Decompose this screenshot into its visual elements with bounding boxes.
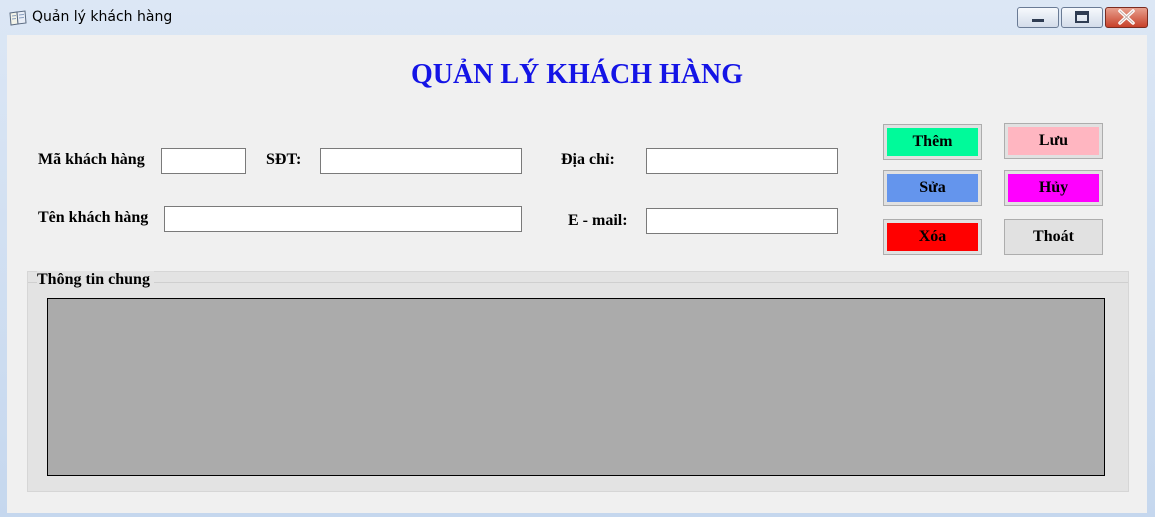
window-title: Quản lý khách hàng [32, 9, 173, 25]
save-button-label: Lưu [1008, 127, 1099, 155]
customer-data-grid[interactable] [47, 298, 1105, 476]
edit-button-label: Sửa [887, 174, 978, 202]
main-window: Quản lý khách hàng QUẢN LÝ KHÁCH HÀNG Mã… [0, 0, 1155, 517]
group-divider [28, 282, 1128, 283]
close-icon [1118, 9, 1135, 25]
save-button[interactable]: Lưu [1004, 123, 1103, 159]
add-button-label: Thêm [887, 128, 978, 156]
customer-name-input[interactable] [164, 206, 522, 232]
exit-button[interactable]: Thoát [1004, 219, 1103, 255]
customer-name-label: Tên khách hàng [38, 209, 149, 226]
group-title: Thông tin chung [37, 271, 154, 289]
cancel-button[interactable]: Hủy [1004, 170, 1103, 206]
delete-button[interactable]: Xóa [883, 219, 982, 255]
book-icon [9, 10, 27, 26]
edit-button[interactable]: Sửa [883, 170, 982, 206]
maximize-icon [1075, 11, 1089, 23]
customer-id-input[interactable] [161, 148, 246, 174]
customer-id-label: Mã khách hàng [38, 151, 145, 168]
form-client-area: QUẢN LÝ KHÁCH HÀNG Mã khách hàng SĐT: Đị… [7, 35, 1147, 513]
delete-button-label: Xóa [887, 223, 978, 251]
maximize-button[interactable] [1061, 7, 1103, 28]
exit-button-label: Thoát [1008, 223, 1099, 251]
minimize-button[interactable] [1017, 7, 1059, 28]
address-label: Địa chỉ: [561, 151, 615, 168]
cancel-button-label: Hủy [1008, 174, 1099, 202]
add-button[interactable]: Thêm [883, 124, 982, 160]
title-bar[interactable]: Quản lý khách hàng [0, 0, 1155, 35]
phone-input[interactable] [320, 148, 522, 174]
phone-label: SĐT: [266, 151, 302, 168]
email-input[interactable] [646, 208, 838, 234]
close-button[interactable] [1105, 7, 1148, 28]
general-info-group: Thông tin chung [27, 271, 1129, 492]
email-label: E - mail: [568, 212, 628, 229]
page-title: QUẢN LÝ KHÁCH HÀNG [410, 59, 744, 90]
address-input[interactable] [646, 148, 838, 174]
minimize-icon [1032, 19, 1044, 22]
